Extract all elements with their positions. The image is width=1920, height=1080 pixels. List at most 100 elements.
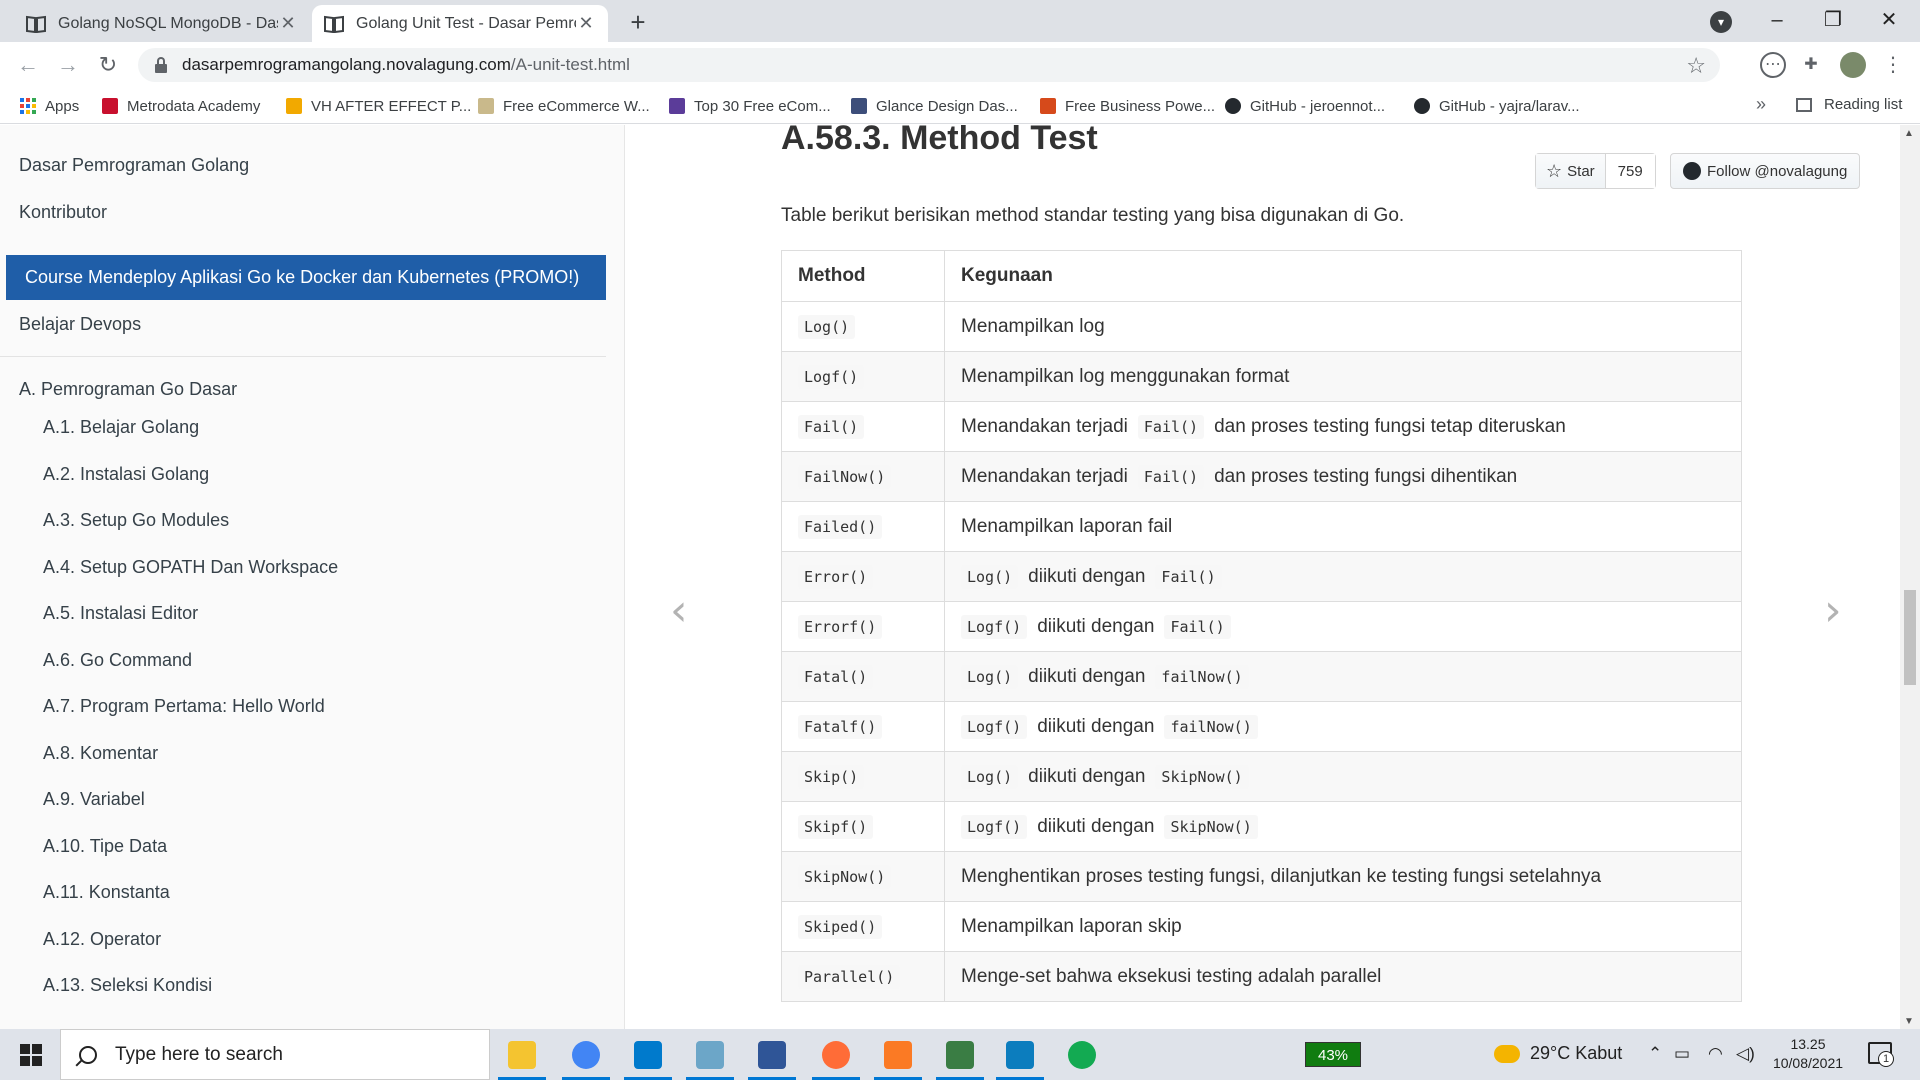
profile-avatar[interactable] <box>1840 52 1866 78</box>
sidebar-item-devops[interactable]: Belajar Devops <box>19 314 141 335</box>
url-host: dasarpemrogramangolang.novalagung.com <box>182 55 511 74</box>
sidebar-item-chapter[interactable]: A.1. Belajar Golang <box>43 417 199 438</box>
bookmark-label: Free Business Powe... <box>1065 97 1216 115</box>
taskbar-app-notepad[interactable] <box>680 1029 740 1080</box>
bookmark-top-30[interactable]: Top 30 Free eCom... <box>669 96 831 116</box>
close-icon[interactable]: ✕ <box>576 13 596 34</box>
p-icon <box>1040 98 1056 114</box>
reload-icon[interactable]: ↻ <box>92 49 124 81</box>
sidebar-item-chapter[interactable]: A.8. Komentar <box>43 743 158 764</box>
taskbar-clock[interactable]: 13.25 10/08/2021 <box>1768 1035 1848 1073</box>
window-close-icon[interactable]: ✕ <box>1866 4 1912 36</box>
description-text: diikuti dengan <box>1028 565 1146 587</box>
back-arrow-icon[interactable]: ← <box>12 49 44 81</box>
bookmark-star-icon[interactable]: ☆ <box>1686 53 1706 79</box>
minimize-icon[interactable]: – <box>1754 4 1800 36</box>
taskbar-search-input[interactable]: Type here to search <box>60 1029 490 1080</box>
reading-list-button[interactable]: Reading list <box>1796 96 1902 113</box>
windows-start-button[interactable] <box>0 1029 60 1080</box>
inline-code: failNow() <box>1155 664 1249 689</box>
method-code: Skip() <box>798 764 865 789</box>
tab-unit-test[interactable]: Golang Unit Test - Dasar Pemrog ✕ <box>312 5 608 42</box>
page-title: A.58.3. Method Test <box>781 125 1098 157</box>
next-page-chevron-icon[interactable]: › <box>1824 585 1842 636</box>
search-icon <box>79 1045 97 1064</box>
bookmark-glance-design[interactable]: Glance Design Das... <box>851 96 1018 116</box>
bookmark-github-yajra[interactable]: GitHub - yajra/larav... <box>1414 96 1580 116</box>
bookmark-metrodata[interactable]: Metrodata Academy <box>102 96 260 116</box>
bookmark-free-ecommerce[interactable]: Free eCommerce W... <box>478 96 650 116</box>
lock-icon[interactable] <box>154 57 168 73</box>
bookmarks-overflow-icon[interactable]: » <box>1756 94 1766 115</box>
url-text[interactable]: dasarpemrogramangolang.novalagung.com/A-… <box>182 55 630 75</box>
extensions-puzzle-icon[interactable]: ✚ <box>1798 52 1824 78</box>
taskbar-app-mongodb-compass[interactable] <box>1052 1029 1112 1080</box>
clock-time: 13.25 <box>1790 1036 1826 1052</box>
menu-kebab-icon[interactable]: ⋮ <box>1880 52 1906 78</box>
tab-search-icon[interactable]: ▾ <box>1710 11 1732 33</box>
taskbar-app-postman[interactable] <box>806 1029 866 1080</box>
scroll-up-icon[interactable]: ▲ <box>1904 128 1914 139</box>
book-sidebar: Dasar Pemrograman Golang Kontributor Cou… <box>0 125 625 1029</box>
tab-mongodb[interactable]: Golang NoSQL MongoDB - Dasar ✕ <box>14 5 310 42</box>
description-cell: Log() diikuti dengan failNow() <box>944 651 1742 702</box>
inline-code: Fail() <box>1164 614 1231 639</box>
wifi-icon[interactable]: ◠ <box>1708 1044 1723 1064</box>
extension-circle-icon[interactable]: ⋯ <box>1760 52 1786 78</box>
bookmark-label: GitHub - yajra/larav... <box>1439 97 1580 115</box>
sidebar-item-kontributor[interactable]: Kontributor <box>19 202 107 223</box>
tray-chevron-up-icon[interactable]: ⌃ <box>1648 1044 1662 1064</box>
sidebar-section-go-dasar[interactable]: A. Pemrograman Go Dasar <box>19 379 237 400</box>
sidebar-item-chapter[interactable]: A.12. Operator <box>43 929 161 950</box>
taskbar-app-xampp[interactable] <box>868 1029 928 1080</box>
weather-widget[interactable]: 29°C Kabut <box>1494 1043 1622 1064</box>
inline-code: SkipNow() <box>1164 814 1258 839</box>
tray-battery-icon[interactable]: ▭ <box>1674 1044 1690 1064</box>
taskbar-app-file-explorer[interactable] <box>492 1029 552 1080</box>
battery-percent-badge[interactable]: 43% <box>1305 1042 1361 1067</box>
taskbar-app-task-manager[interactable] <box>930 1029 990 1080</box>
address-bar[interactable]: dasarpemrogramangolang.novalagung.com/A-… <box>138 48 1720 82</box>
sidebar-item-chapter[interactable]: A.9. Variabel <box>43 789 145 810</box>
sidebar-item-chapter[interactable]: A.3. Setup Go Modules <box>43 510 229 531</box>
github-star-label[interactable]: ☆ Star <box>1536 154 1606 188</box>
close-icon[interactable]: ✕ <box>278 13 298 34</box>
previous-page-chevron-icon[interactable]: ‹ <box>670 585 688 636</box>
volume-icon[interactable]: ◁) <box>1736 1044 1755 1064</box>
taskbar-app-chrome[interactable] <box>556 1029 616 1080</box>
table-row: Fatal() Log() diikuti dengan failNow() <box>781 651 1742 702</box>
taskbar-app-vscode[interactable] <box>618 1029 678 1080</box>
sidebar-item-chapter[interactable]: A.4. Setup GOPATH Dan Workspace <box>43 557 338 578</box>
book-icon <box>26 15 46 33</box>
page-scrollbar[interactable]: ▲ ▼ <box>1900 125 1920 1029</box>
method-code: Fail() <box>798 414 865 439</box>
bookmark-vh-after-effect[interactable]: VH AFTER EFFECT P... <box>286 96 471 116</box>
sidebar-item-chapter[interactable]: A.5. Instalasi Editor <box>43 603 198 624</box>
description-text: Menghentikan proses testing fungsi, dila… <box>961 865 1602 887</box>
taskbar-app-goland[interactable] <box>990 1029 1050 1080</box>
taskbar-app-network-app[interactable] <box>742 1029 802 1080</box>
github-star-button[interactable]: ☆ Star 759 <box>1535 153 1656 189</box>
inline-code: Logf() <box>961 714 1028 739</box>
sidebar-item-chapter[interactable]: A.13. Seleksi Kondisi <box>43 975 212 996</box>
restore-icon[interactable]: ❐ <box>1810 4 1856 36</box>
sidebar-item-chapter[interactable]: A.6. Go Command <box>43 650 192 671</box>
scroll-thumb[interactable] <box>1904 590 1916 685</box>
sidebar-item-chapter[interactable]: A.2. Instalasi Golang <box>43 464 209 485</box>
scroll-down-icon[interactable]: ▼ <box>1904 1016 1914 1027</box>
sidebar-item-dasar-pemrograman[interactable]: Dasar Pemrograman Golang <box>19 155 249 176</box>
bookmark-apps[interactable]: Apps <box>20 96 79 116</box>
sidebar-item-chapter[interactable]: A.11. Konstanta <box>43 882 170 903</box>
bookmark-free-business[interactable]: Free Business Powe... <box>1040 96 1215 116</box>
new-tab-button[interactable]: + <box>624 8 652 36</box>
postman-icon <box>822 1040 850 1069</box>
notification-count-badge: 1 <box>1878 1051 1894 1067</box>
sidebar-item-promo[interactable]: Course Mendeploy Aplikasi Go ke Docker d… <box>6 255 606 300</box>
forward-arrow-icon[interactable]: → <box>52 49 84 81</box>
bookmark-github-jeroennot[interactable]: GitHub - jeroennot... <box>1225 96 1385 116</box>
sidebar-item-chapter[interactable]: A.10. Tipe Data <box>43 836 167 857</box>
github-star-count[interactable]: 759 <box>1605 154 1655 188</box>
sidebar-item-chapter[interactable]: A.7. Program Pertama: Hello World <box>43 696 325 717</box>
github-follow-button[interactable]: Follow @novalagung <box>1670 153 1861 189</box>
description-text: Menampilkan laporan skip <box>961 915 1182 937</box>
